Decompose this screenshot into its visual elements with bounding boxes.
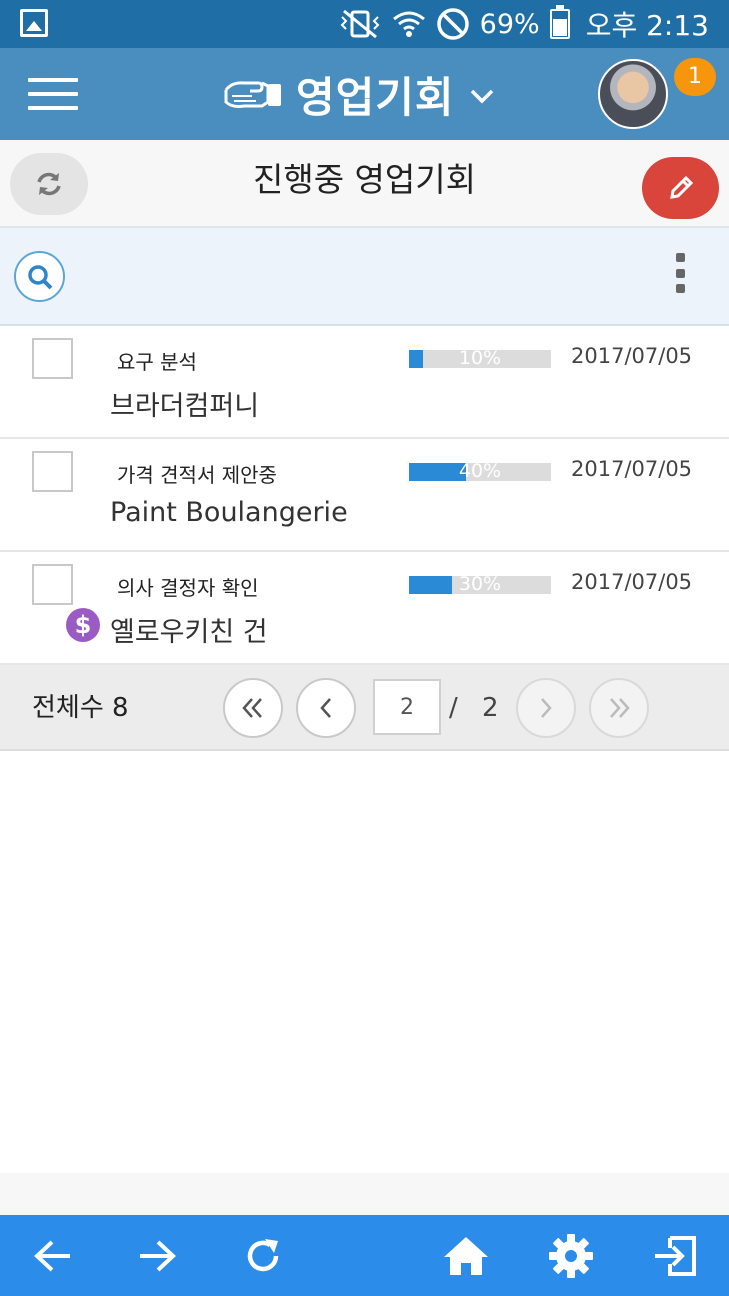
- sub-header: 진행중 영업기회: [0, 140, 729, 228]
- footer-spacer: [0, 1173, 729, 1215]
- back-arrow-icon: [34, 1240, 70, 1271]
- search-icon: [28, 265, 53, 290]
- page-separator: /: [449, 693, 458, 723]
- forward-button[interactable]: [122, 1215, 192, 1296]
- forward-arrow-icon: [140, 1240, 176, 1271]
- logout-icon: [655, 1235, 696, 1276]
- reload-icon: [247, 1238, 279, 1271]
- home-icon: [444, 1236, 488, 1275]
- chevron-down-icon: [470, 89, 493, 104]
- progress-label: 40%: [458, 460, 502, 482]
- stage-label: 의사 결정자 확인: [117, 576, 259, 600]
- date-label: 2017/07/05: [571, 457, 693, 481]
- hamburger-icon[interactable]: [28, 78, 78, 110]
- refresh-button[interactable]: [10, 153, 88, 215]
- list-item[interactable]: 의사 결정자 확인 30% 2017/07/05 $ 옐로우키친 건: [0, 552, 729, 665]
- vibrate-mute-icon: [340, 9, 380, 39]
- page-number-input[interactable]: [373, 679, 441, 735]
- search-button[interactable]: [14, 251, 65, 302]
- battery-percent: 69%: [479, 8, 540, 40]
- kebab-menu-icon[interactable]: [674, 253, 686, 293]
- list-item[interactable]: 요구 분석 10% 2017/07/05 브라더컴퍼니: [0, 326, 729, 439]
- dollar-icon: $: [66, 608, 100, 642]
- stage-label: 요구 분석: [117, 350, 197, 374]
- refresh-icon: [37, 172, 61, 196]
- opportunity-name[interactable]: Paint Boulangerie: [110, 497, 348, 528]
- notification-badge[interactable]: 1: [674, 58, 716, 96]
- opportunity-name[interactable]: 옐로우키친 건: [110, 610, 268, 649]
- progress-label: 10%: [458, 347, 502, 369]
- row-checkbox[interactable]: [32, 451, 73, 492]
- date-label: 2017/07/05: [571, 570, 693, 594]
- gallery-icon: [20, 9, 48, 37]
- next-page-button[interactable]: [516, 678, 576, 738]
- status-icons: 69% 오후 2:13: [338, 0, 709, 48]
- logout-button[interactable]: [640, 1215, 710, 1296]
- app-title-dropdown[interactable]: 영업기회: [222, 48, 495, 140]
- date-label: 2017/07/05: [571, 344, 693, 368]
- last-page-button[interactable]: [589, 678, 649, 738]
- progress-bar: 40%: [409, 460, 551, 482]
- settings-button[interactable]: [536, 1215, 606, 1296]
- user-avatar[interactable]: [598, 59, 668, 129]
- pagination-bar: 전체수 8 / 2: [0, 665, 729, 751]
- app-title: 영업기회: [296, 72, 455, 122]
- stage-label: 가격 견적서 제안중: [117, 463, 277, 487]
- status-bar: 69% 오후 2:13: [0, 0, 729, 48]
- handshake-icon: [224, 81, 281, 108]
- page-title: 진행중 영업기회: [252, 160, 476, 199]
- progress-bar: 10%: [409, 347, 551, 369]
- reload-button[interactable]: [228, 1215, 298, 1296]
- double-chevron-left-icon: [242, 698, 262, 718]
- settings-gear-icon: [549, 1233, 593, 1278]
- clock: 오후 2:13: [585, 9, 709, 42]
- total-pages: 2: [482, 693, 499, 723]
- opportunity-list: 요구 분석 10% 2017/07/05 브라더컴퍼니 가격 견적서 제안중 4…: [0, 326, 729, 665]
- chevron-left-icon: [320, 698, 331, 718]
- bottom-nav: [0, 1215, 729, 1296]
- list-item[interactable]: 가격 견적서 제안중 40% 2017/07/05 Paint Boulange…: [0, 439, 729, 552]
- progress-label: 30%: [458, 573, 502, 595]
- total-count: 전체수 8: [32, 693, 129, 723]
- back-button[interactable]: [18, 1215, 88, 1296]
- row-checkbox[interactable]: [32, 564, 73, 605]
- opportunity-name[interactable]: 브라더컴퍼니: [110, 384, 259, 423]
- first-page-button[interactable]: [223, 678, 283, 738]
- wifi-icon: [392, 11, 425, 37]
- battery-icon: [549, 5, 570, 39]
- chevron-right-icon: [541, 698, 552, 718]
- app-bar: 영업기회 1: [0, 48, 729, 140]
- row-checkbox[interactable]: [32, 338, 73, 379]
- search-bar: [0, 228, 729, 326]
- double-chevron-right-icon: [610, 698, 630, 718]
- home-button[interactable]: [431, 1215, 501, 1296]
- edit-button[interactable]: [642, 157, 719, 219]
- progress-bar: 30%: [409, 573, 551, 595]
- do-not-disturb-icon: [436, 8, 469, 40]
- pencil-icon: [669, 175, 693, 199]
- prev-page-button[interactable]: [296, 678, 356, 738]
